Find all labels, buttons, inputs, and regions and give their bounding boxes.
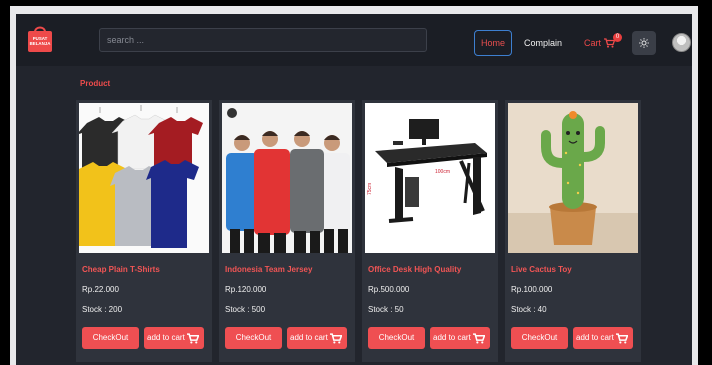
product-stock: Stock : 500 — [225, 305, 266, 314]
product-image-cactus[interactable] — [508, 103, 638, 253]
product-price: Rp.100.000 — [511, 285, 553, 294]
product-name[interactable]: Live Cactus Toy — [511, 265, 572, 274]
add-to-cart-button[interactable]: add to cart — [144, 327, 204, 349]
sun-icon — [639, 38, 649, 48]
product-name[interactable]: Office Desk High Quality — [368, 265, 461, 274]
product-card: Live Cactus Toy Rp.100.000 Stock : 40 Ch… — [505, 100, 641, 362]
checkout-button[interactable]: CheckOut — [511, 327, 568, 349]
cactus-toy-image — [508, 103, 638, 253]
product-card: Cheap Plain T-Shirts Rp.22.000 Stock : 2… — [76, 100, 212, 362]
cart-icon — [615, 332, 628, 344]
product-image-jersey[interactable] — [222, 103, 352, 253]
theme-toggle-button[interactable] — [632, 31, 656, 55]
cart-icon — [472, 332, 485, 344]
add-to-cart-button[interactable]: add to cart — [430, 327, 490, 349]
svg-text:100cm: 100cm — [435, 169, 450, 175]
add-to-cart-label: add to cart — [147, 333, 185, 342]
product-price: Rp.22.000 — [82, 285, 119, 294]
section-title: Product — [80, 79, 111, 88]
checkout-button[interactable]: CheckOut — [82, 327, 139, 349]
nav-complain-link[interactable]: Complain — [524, 30, 562, 56]
product-stock: Stock : 50 — [368, 305, 404, 314]
product-card: 75cm 100cm Office Desk High Quality Rp.5… — [362, 100, 498, 362]
svg-text:75cm: 75cm — [367, 183, 373, 195]
cart-icon — [186, 332, 199, 344]
product-price: Rp.120.000 — [225, 285, 267, 294]
add-to-cart-label: add to cart — [576, 333, 614, 342]
shopping-bag-icon: PUSAT BELANJA — [28, 26, 52, 52]
tshirts-image — [79, 103, 209, 253]
product-price: Rp.500.000 — [368, 285, 410, 294]
user-avatar[interactable] — [672, 33, 691, 52]
screen-frame: PUSAT BELANJA Home Complain Cart 0 — [10, 6, 698, 365]
product-image-tshirts[interactable] — [79, 103, 209, 253]
checkout-button[interactable]: CheckOut — [368, 327, 425, 349]
product-image-desk[interactable]: 75cm 100cm — [365, 103, 495, 253]
product-grid: Cheap Plain T-Shirts Rp.22.000 Stock : 2… — [76, 100, 642, 362]
add-to-cart-button[interactable]: add to cart — [287, 327, 347, 349]
nav-home-link[interactable]: Home — [474, 30, 513, 56]
checkout-button[interactable]: CheckOut — [225, 327, 282, 349]
product-name[interactable]: Cheap Plain T-Shirts — [82, 265, 160, 274]
product-card: Indonesia Team Jersey Rp.120.000 Stock :… — [219, 100, 355, 362]
product-name[interactable]: Indonesia Team Jersey — [225, 265, 312, 274]
add-to-cart-label: add to cart — [290, 333, 328, 342]
add-to-cart-label: add to cart — [433, 333, 471, 342]
nav-cart-label: Cart — [584, 38, 602, 48]
app-window: PUSAT BELANJA Home Complain Cart 0 — [16, 14, 692, 365]
jersey-image — [222, 103, 352, 253]
cart-count-badge: 0 — [613, 33, 622, 42]
logo[interactable]: PUSAT BELANJA — [26, 23, 54, 53]
product-stock: Stock : 200 — [82, 305, 123, 314]
nav-cart-link[interactable]: Cart — [584, 30, 616, 56]
desk-image: 75cm 100cm — [365, 103, 495, 253]
svg-text:BELANJA: BELANJA — [30, 41, 52, 46]
product-stock: Stock : 40 — [511, 305, 547, 314]
add-to-cart-button[interactable]: add to cart — [573, 327, 633, 349]
search-input[interactable] — [99, 28, 427, 52]
cart-icon — [329, 332, 342, 344]
navbar: PUSAT BELANJA Home Complain Cart 0 — [16, 14, 692, 66]
